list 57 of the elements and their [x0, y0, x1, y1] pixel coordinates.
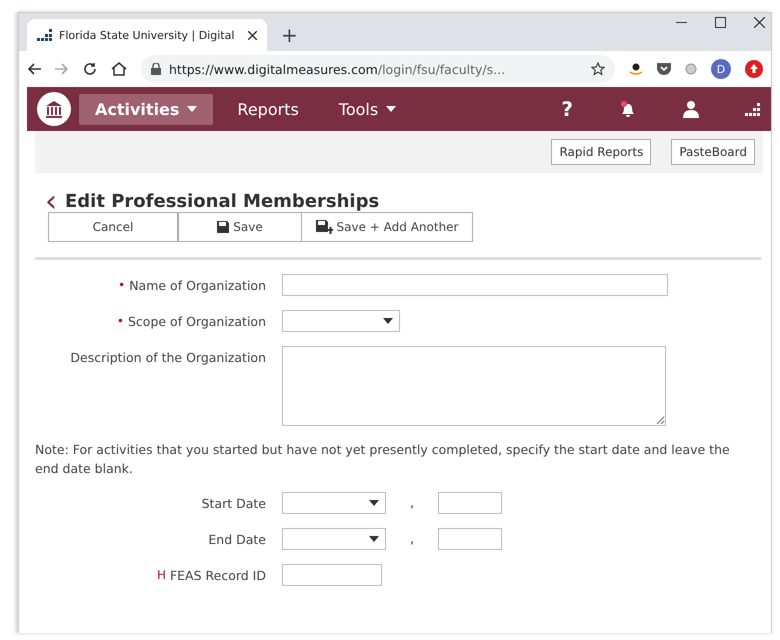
- back-button[interactable]: ‹: [45, 192, 57, 212]
- required-marker: •: [118, 278, 126, 293]
- new-tab-button[interactable]: +: [281, 23, 298, 47]
- dropdown-field[interactable]: [282, 492, 386, 514]
- year-field[interactable]: [438, 528, 502, 550]
- required-marker: •: [116, 314, 124, 329]
- field-label: Start Date: [202, 496, 266, 511]
- action-button[interactable]: Save + Add Another: [301, 212, 473, 242]
- nav-menu-item[interactable]: Reports: [221, 94, 315, 124]
- toolbar-button[interactable]: PasteBoard: [671, 139, 755, 165]
- action-button[interactable]: Save: [178, 212, 302, 242]
- pocket-icon[interactable]: [657, 62, 671, 76]
- field-label: Description of the Organization: [70, 350, 266, 365]
- help-button[interactable]: ?: [561, 97, 573, 121]
- separator-text: ,: [409, 531, 416, 547]
- dropdown-field[interactable]: [282, 310, 400, 332]
- star-icon[interactable]: [591, 62, 605, 76]
- year-field[interactable]: [438, 492, 502, 514]
- note-text: Note: For activities that you started but have not yet presently completed, specify the start date and leave the end date blank.: [35, 441, 731, 478]
- browser-tab[interactable]: Florida State University | Digital: [27, 19, 267, 51]
- maximize-icon[interactable]: [715, 17, 726, 28]
- tab-title: Florida State University | Digital: [59, 28, 236, 42]
- page-title: Edit Professional Memberships: [65, 191, 380, 212]
- reload-icon[interactable]: [83, 62, 97, 76]
- required-marker: H: [156, 568, 166, 583]
- field-label: FEAS Record ID: [170, 568, 266, 583]
- caret-icon: [369, 500, 379, 506]
- separator-text: ,: [409, 495, 416, 511]
- nav-menu-item[interactable]: Activities: [79, 94, 214, 124]
- field-label: Name of Organization: [129, 278, 266, 293]
- dots-logo-icon[interactable]: [745, 102, 761, 116]
- profile-avatar[interactable]: D: [711, 59, 731, 79]
- home-icon[interactable]: [111, 62, 127, 76]
- action-button[interactable]: Cancel: [48, 212, 178, 242]
- caret-icon: [369, 536, 379, 542]
- bell-icon[interactable]: [619, 100, 637, 118]
- back-arrow-icon[interactable]: [27, 63, 41, 75]
- nav-menu-item[interactable]: Tools: [322, 94, 412, 124]
- floppy-disk-plus-icon: [316, 220, 333, 234]
- caret-icon: [383, 318, 393, 324]
- smile-arrow-icon[interactable]: [629, 62, 643, 76]
- address-bar[interactable]: https://www.digitalmeasures.com/login/fsu/faculty/s...: [141, 55, 615, 83]
- dropdown-field[interactable]: [282, 528, 386, 550]
- close-icon[interactable]: [754, 17, 765, 28]
- toolbar-button[interactable]: Rapid Reports: [551, 139, 652, 165]
- url-text: https://www.digitalmeasures.com/login/fsu/faculty/s...: [169, 62, 506, 76]
- close-icon[interactable]: [248, 30, 257, 40]
- text-field[interactable]: [282, 564, 382, 586]
- lock-icon: [151, 63, 161, 75]
- text-field[interactable]: [282, 274, 668, 296]
- dots-logo-icon: [37, 29, 53, 41]
- upload-icon[interactable]: [745, 60, 763, 78]
- building-logo-icon[interactable]: [37, 92, 71, 126]
- field-label: Scope of Organization: [128, 314, 266, 329]
- field-label: End Date: [208, 532, 266, 547]
- user-icon[interactable]: [683, 100, 699, 118]
- circle-icon[interactable]: [685, 63, 697, 75]
